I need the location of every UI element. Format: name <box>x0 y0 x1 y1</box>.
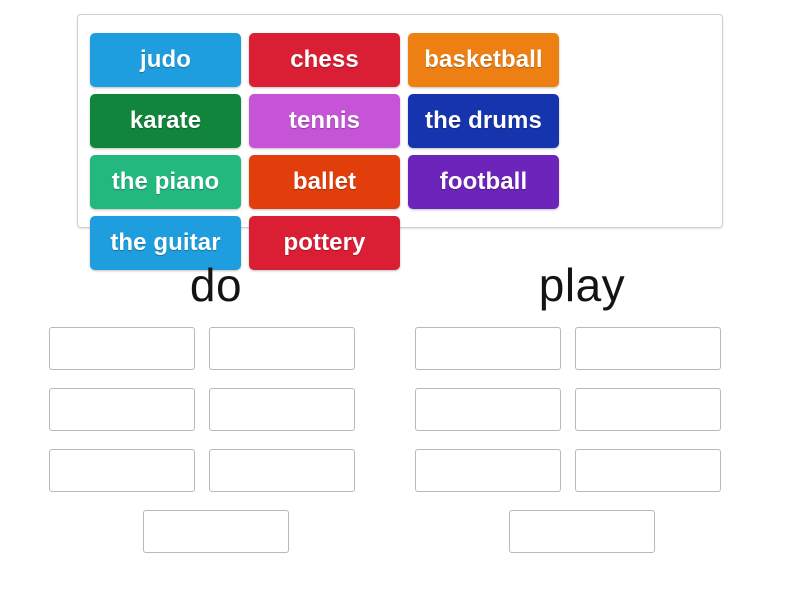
category-column-do: do <box>42 258 390 553</box>
word-tile[interactable]: the piano <box>90 155 241 209</box>
drop-slot[interactable] <box>209 449 355 492</box>
drop-slot[interactable] <box>209 388 355 431</box>
drop-slot[interactable] <box>415 388 561 431</box>
word-tile[interactable]: the drums <box>408 94 559 148</box>
word-bank-panel: judo chess basketball karate tennis the drums… <box>77 14 723 270</box>
word-tile[interactable]: football <box>408 155 559 209</box>
word-tile[interactable]: karate <box>90 94 241 148</box>
word-bank-grid: judo chess basketball karate tennis the drums… <box>86 33 716 277</box>
column-heading-do: do <box>189 259 243 311</box>
drop-slot[interactable] <box>575 327 721 370</box>
drop-slot[interactable] <box>575 449 721 492</box>
word-tile[interactable]: basketball <box>408 33 559 87</box>
word-tile[interactable]: ballet <box>249 155 400 209</box>
drop-slot[interactable] <box>509 510 655 553</box>
drop-zone-play[interactable] <box>408 327 756 553</box>
drop-slot[interactable] <box>143 510 289 553</box>
category-column-play: play <box>408 258 756 553</box>
drop-slot[interactable] <box>575 388 721 431</box>
drop-slot[interactable] <box>415 327 561 370</box>
word-tile[interactable]: tennis <box>249 94 400 148</box>
word-tile[interactable]: judo <box>90 33 241 87</box>
drop-slot[interactable] <box>49 449 195 492</box>
drop-slot[interactable] <box>209 327 355 370</box>
drop-slot[interactable] <box>49 327 195 370</box>
word-tile[interactable]: chess <box>249 33 400 87</box>
drop-slot[interactable] <box>49 388 195 431</box>
drop-zone-do[interactable] <box>42 327 390 553</box>
drop-slot[interactable] <box>415 449 561 492</box>
column-heading-play: play <box>538 259 626 311</box>
